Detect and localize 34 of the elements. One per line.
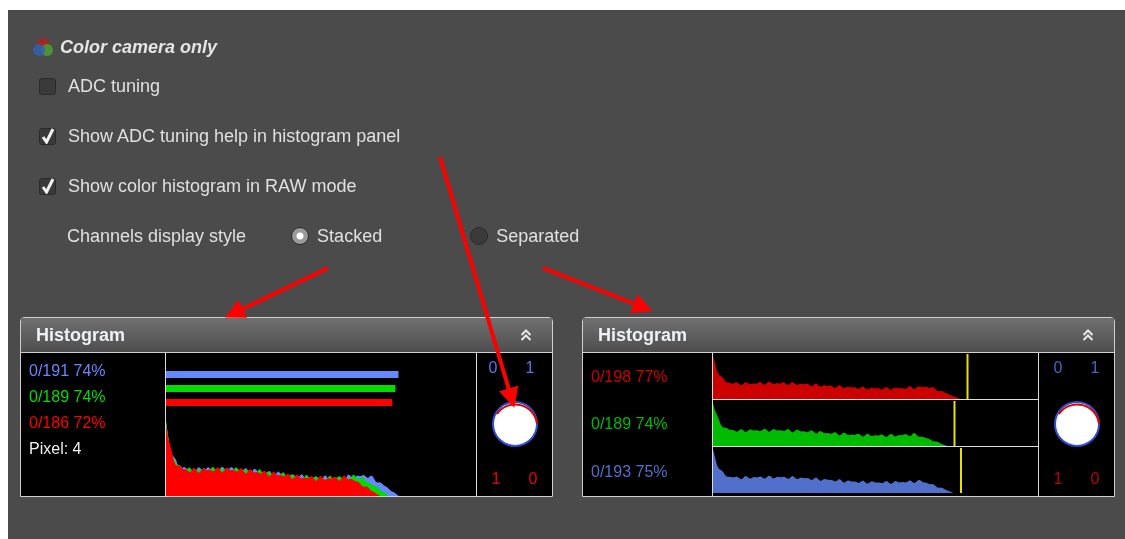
channel-reading: 0/189 74% xyxy=(29,387,107,407)
checkbox[interactable] xyxy=(39,177,56,195)
collapse-icon[interactable] xyxy=(1082,329,1094,341)
radio-button[interactable] xyxy=(291,227,310,245)
checkbox[interactable] xyxy=(39,77,56,95)
indicator-value: 1 xyxy=(1090,359,1100,377)
indicator-value: 1 xyxy=(1053,470,1063,488)
radio-label[interactable]: Separated xyxy=(496,225,580,247)
checkbox[interactable] xyxy=(39,127,56,145)
indicator-value: 1 xyxy=(491,470,501,488)
checkbox-label[interactable]: ADC tuning xyxy=(68,75,161,97)
collapse-icon[interactable] xyxy=(520,329,532,341)
balance-disc-icon xyxy=(1052,399,1101,448)
channel-reading: 0/193 75% xyxy=(591,462,669,483)
indicator-value: 0 xyxy=(528,470,538,488)
panel-title: Histogram xyxy=(36,324,125,346)
balance-disc-icon xyxy=(490,399,539,448)
field-label: Channels display style xyxy=(67,225,247,247)
channel-reading: 0/191 74% xyxy=(29,361,107,381)
channel-reading: 0/198 77% xyxy=(591,366,669,387)
radio-button[interactable] xyxy=(470,227,489,245)
panel-title: Histogram xyxy=(598,324,687,346)
color-circles-icon xyxy=(32,37,54,57)
indicator-value: 0 xyxy=(488,359,498,377)
radio-label[interactable]: Stacked xyxy=(317,225,383,247)
channel-reading: 0/189 74% xyxy=(591,414,669,435)
checkbox-label[interactable]: Show color histogram in RAW mode xyxy=(68,175,357,197)
indicator-value: 0 xyxy=(1053,359,1063,377)
indicator-value: 0 xyxy=(1090,470,1100,488)
section-title: Color camera only xyxy=(60,36,218,58)
channel-reading: 0/186 72% xyxy=(29,413,107,433)
indicator-value: 1 xyxy=(525,359,535,377)
checkbox-label[interactable]: Show ADC tuning help in histogram panel xyxy=(68,125,401,147)
pixel-reading: Pixel: 4 xyxy=(29,439,83,459)
